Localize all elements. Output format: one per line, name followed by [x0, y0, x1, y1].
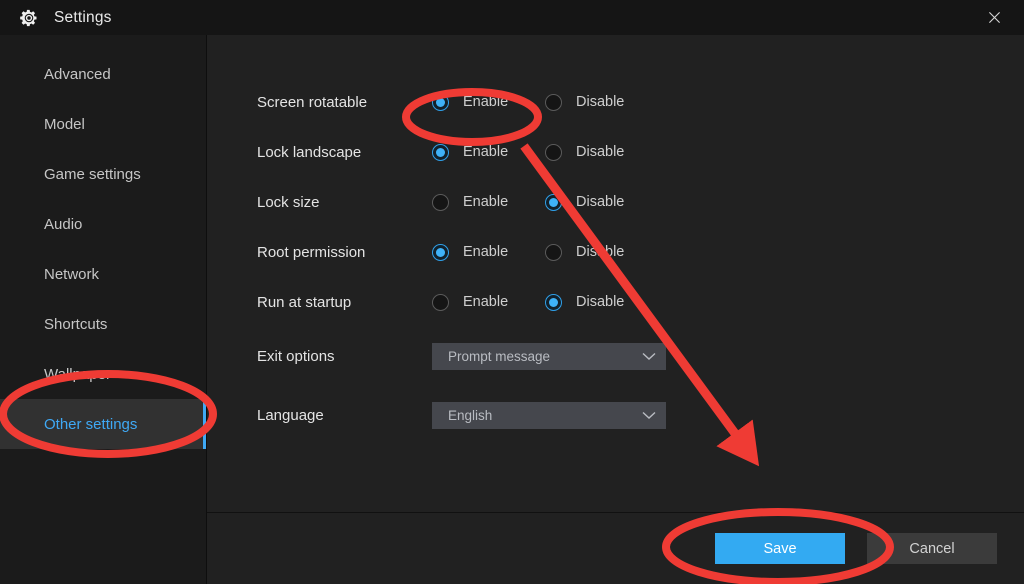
radio-option-label: Disable	[576, 244, 625, 260]
sidebar-item-shortcuts[interactable]: Shortcuts	[0, 299, 206, 349]
radio-option-lock-size-disable[interactable]: Disable	[545, 193, 658, 211]
radio-button-icon[interactable]	[545, 243, 562, 261]
sidebar-item-label: Network	[44, 265, 100, 283]
close-icon[interactable]	[972, 0, 1016, 35]
dropdown-exit-options[interactable]: Prompt message	[432, 343, 666, 370]
sidebar-item-network[interactable]: Network	[0, 249, 206, 299]
radio-button-icon[interactable]	[432, 193, 449, 211]
sidebar-item-audio[interactable]: Audio	[0, 199, 206, 249]
radio-option-screen-rotatable-disable[interactable]: Disable	[545, 93, 658, 111]
title-bar: Settings	[0, 0, 1024, 35]
sidebar-item-other-settings[interactable]: Other settings	[0, 399, 206, 449]
radio-button-icon[interactable]	[432, 143, 449, 161]
setting-label: Lock size	[257, 193, 320, 211]
sidebar-item-wallpaper[interactable]: Wallpaper	[0, 349, 206, 399]
sidebar: Advanced Model Game settings Audio Network Sh…	[0, 35, 207, 584]
setting-row-root-permission: Root permission Enable Disable	[257, 227, 1024, 277]
radio-option-root-permission-disable[interactable]: Disable	[545, 243, 658, 261]
radio-option-label: Enable	[463, 94, 509, 110]
setting-row-screen-rotatable: Screen rotatable Enable Disable	[257, 77, 1024, 127]
radio-option-label: Enable	[463, 244, 509, 260]
setting-row-run-at-startup: Run at startup Enable Disable	[257, 277, 1024, 327]
radio-option-label: Disable	[576, 94, 625, 110]
footer-bar: Save Cancel	[207, 512, 1024, 584]
window-body: Advanced Model Game settings Audio Network Sh…	[0, 35, 1024, 584]
setting-row-exit-options: Exit options Prompt message	[257, 327, 1024, 386]
sidebar-item-label: Advanced	[44, 65, 111, 83]
radio-option-run-at-startup-enable[interactable]: Enable	[432, 293, 545, 311]
radio-button-icon[interactable]	[545, 143, 562, 161]
sidebar-item-label: Game settings	[44, 165, 141, 183]
radio-option-lock-size-enable[interactable]: Enable	[432, 193, 545, 211]
setting-label: Root permission	[257, 243, 366, 261]
content-panel: Screen rotatable Enable Disable Lock landsc…	[207, 35, 1024, 584]
radio-button-icon[interactable]	[545, 193, 562, 211]
radio-option-label: Disable	[576, 144, 625, 160]
sidebar-item-label: Wallpaper	[44, 365, 111, 383]
setting-row-lock-size: Lock size Enable Disable	[257, 177, 1024, 227]
radio-option-label: Enable	[463, 194, 509, 210]
dropdown-language[interactable]: English	[432, 402, 666, 429]
radio-option-lock-landscape-disable[interactable]: Disable	[545, 143, 658, 161]
dropdown-value: Prompt message	[448, 349, 551, 364]
radio-button-icon[interactable]	[545, 93, 562, 111]
sidebar-item-model[interactable]: Model	[0, 99, 206, 149]
setting-label: Language	[257, 407, 324, 424]
radio-option-label: Disable	[576, 194, 625, 210]
radio-option-run-at-startup-disable[interactable]: Disable	[545, 293, 658, 311]
radio-button-icon[interactable]	[432, 293, 449, 311]
sidebar-item-label: Shortcuts	[44, 315, 108, 333]
chevron-down-icon	[642, 407, 656, 425]
setting-label: Screen rotatable	[257, 93, 368, 111]
gear-icon	[18, 7, 40, 29]
sidebar-item-label: Other settings	[44, 415, 138, 433]
sidebar-item-label: Model	[44, 115, 85, 133]
sidebar-item-advanced[interactable]: Advanced	[0, 49, 206, 99]
radio-button-icon[interactable]	[545, 293, 562, 311]
radio-option-label: Enable	[463, 294, 509, 310]
radio-option-root-permission-enable[interactable]: Enable	[432, 243, 545, 261]
sidebar-item-label: Audio	[44, 215, 83, 233]
setting-row-lock-landscape: Lock landscape Enable Disable	[257, 127, 1024, 177]
sidebar-item-game-settings[interactable]: Game settings	[0, 149, 206, 199]
settings-window: Settings Advanced Model Game settings Audio…	[0, 0, 1024, 584]
settings-rows: Screen rotatable Enable Disable Lock landsc…	[207, 35, 1024, 512]
dropdown-value: English	[448, 408, 493, 423]
radio-button-icon[interactable]	[432, 93, 449, 111]
window-title: Settings	[54, 8, 112, 26]
chevron-down-icon	[642, 348, 656, 366]
cancel-button[interactable]: Cancel	[867, 533, 997, 564]
radio-option-screen-rotatable-enable[interactable]: Enable	[432, 93, 545, 111]
setting-label: Exit options	[257, 348, 335, 365]
radio-option-label: Enable	[463, 144, 509, 160]
save-button[interactable]: Save	[715, 533, 845, 564]
setting-label: Lock landscape	[257, 143, 362, 161]
radio-button-icon[interactable]	[432, 243, 449, 261]
radio-option-label: Disable	[576, 294, 625, 310]
setting-label: Run at startup	[257, 293, 352, 311]
setting-row-language: Language English	[257, 386, 1024, 445]
radio-option-lock-landscape-enable[interactable]: Enable	[432, 143, 545, 161]
